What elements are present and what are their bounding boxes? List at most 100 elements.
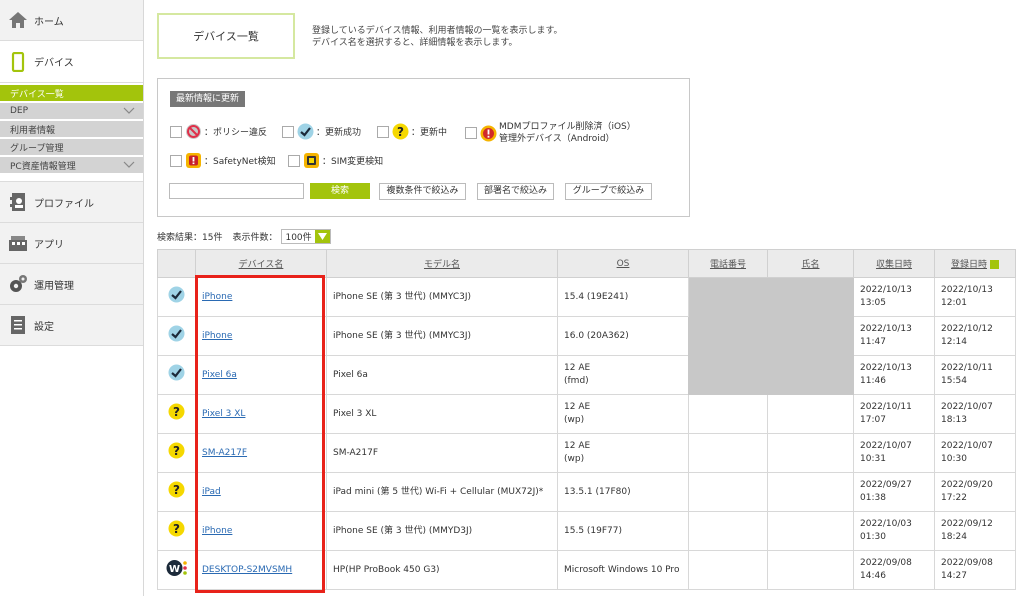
owner-cell <box>767 472 854 512</box>
header-registered[interactable]: 登録日時 <box>934 249 1016 278</box>
nav-home[interactable]: ホーム <box>0 0 143 41</box>
os-value: 15.5 (19F77) <box>564 525 623 536</box>
nav-profile[interactable]: プロファイル <box>0 182 143 223</box>
sidebar-item-label: グループ管理 <box>10 143 64 154</box>
apps-icon <box>8 233 28 253</box>
device-link[interactable]: DESKTOP-S2MVSMH <box>202 565 292 575</box>
device-name-cell: iPhone <box>195 511 327 551</box>
device-link[interactable]: iPhone <box>202 292 232 302</box>
sidebar-item-dep[interactable]: DEP <box>0 103 143 119</box>
device-link[interactable]: iPhone <box>202 331 232 341</box>
collected-date: 2022/09/08 <box>860 558 912 568</box>
safetynet-checkbox[interactable] <box>170 154 182 167</box>
filter-mdm-line2: 管理外デバイス（Android） <box>499 134 615 144</box>
filter-updating-label: ：更新中 <box>411 128 448 138</box>
updated-checkbox[interactable] <box>282 125 294 138</box>
header-device-name[interactable]: デバイス名 <box>195 249 327 278</box>
phone-cell <box>688 511 768 551</box>
device-submenu: デバイス一覧 DEP 利用者情報 グループ管理 PC資産情報管理 <box>0 85 143 173</box>
dept-filter-button[interactable]: 部署名で絞込み <box>477 183 554 200</box>
table-row: ? SM-A217F SM-A217F 12 AE (wp) 2022/10/07 10:3… <box>157 433 1016 473</box>
os-value: 12 AE <box>564 441 591 451</box>
header-collected[interactable]: 収集日時 <box>853 249 935 278</box>
os-cell: 12 AE (wp) <box>557 394 689 434</box>
table-row: ? iPhone iPhone SE (第 3 世代) (MMYD3J) 15.5 (… <box>157 511 1016 551</box>
device-name-cell: SM-A217F <box>195 433 327 473</box>
header-model[interactable]: モデル名 <box>326 249 558 278</box>
collected-time: 17:07 <box>860 415 886 425</box>
device-link[interactable]: Pixel 6a <box>202 370 237 380</box>
sim-checkbox[interactable] <box>288 154 300 167</box>
model-cell: iPad mini (第 5 世代) Wi-Fi + Cellular (MUX… <box>326 472 558 512</box>
collected-time: 14:46 <box>860 571 886 581</box>
os-value: 13.5.1 (17F80) <box>564 486 631 497</box>
model-cell: Pixel 6a <box>326 355 558 395</box>
filter-policy-label: ：ポリシー違反 <box>204 128 268 138</box>
header-phone[interactable]: 電話番号 <box>688 249 768 278</box>
sidebar-item-user-info[interactable]: 利用者情報 <box>0 121 143 137</box>
device-link[interactable]: iPad <box>202 487 221 497</box>
updating-checkbox[interactable] <box>377 125 389 138</box>
nav-operations[interactable]: 運用管理 <box>0 264 143 305</box>
result-count: 検索結果：15件 <box>157 233 223 243</box>
os-cell: Microsoft Windows 10 Pro <box>557 550 689 590</box>
os-cell: 15.4 (19E241) <box>557 277 689 317</box>
safetynet-alert-icon <box>186 153 201 168</box>
os-value: 16.0 (20A362) <box>564 330 629 341</box>
device-table: デバイス名 モデル名 OS 電話番号 氏名 収集日時 登録日時 iPhone iP… <box>157 249 1016 590</box>
device-name-cell: iPhone <box>195 316 327 356</box>
multi-filter-button[interactable]: 複数条件で絞込み <box>379 183 466 200</box>
filter-sim: ：SIM変更検知 <box>288 152 383 169</box>
device-link[interactable]: Pixel 3 XL <box>202 409 245 419</box>
nav-group: プロファイル アプリ 運用管理 設定 <box>0 181 143 346</box>
warning-icon <box>480 125 497 141</box>
phone-cell <box>688 472 768 512</box>
status-cell <box>157 316 196 356</box>
os-value: 12 AE <box>564 363 591 373</box>
registered-cell: 2022/09/12 18:24 <box>934 511 1016 551</box>
filter-updated: ：更新成功 <box>282 123 361 140</box>
registered-date: 2022/09/12 <box>941 519 993 529</box>
device-link[interactable]: iPhone <box>202 526 232 536</box>
registered-date: 2022/10/07 <box>941 441 993 451</box>
nav-device[interactable]: デバイス <box>0 41 143 83</box>
os-value: 12 AE <box>564 402 591 412</box>
chevron-down-icon <box>123 107 135 114</box>
svg-text:?: ? <box>173 444 180 458</box>
policy-checkbox[interactable] <box>170 125 182 138</box>
search-input[interactable] <box>169 183 304 199</box>
registered-time: 18:24 <box>941 532 967 542</box>
collected-cell: 2022/10/11 17:07 <box>853 394 935 434</box>
sidebar-item-pc-asset[interactable]: PC資産情報管理 <box>0 157 143 173</box>
redacted-phone <box>688 277 768 395</box>
filter-mdm: MDMプロファイル削除済（iOS） 管理外デバイス（Android） <box>465 121 636 145</box>
registered-time: 10:30 <box>941 454 967 464</box>
nav-settings[interactable]: 設定 <box>0 305 143 346</box>
refresh-button[interactable]: 最新情報に更新 <box>170 91 246 107</box>
sidebar-item-device-list[interactable]: デバイス一覧 <box>0 85 143 101</box>
sidebar-item-group-mgmt[interactable]: グループ管理 <box>0 139 143 155</box>
header-owner-name[interactable]: 氏名 <box>767 249 854 278</box>
result-summary: 検索結果：15件 表示件数： 100件 <box>157 229 331 244</box>
registered-cell: 2022/10/11 15:54 <box>934 355 1016 395</box>
os-detail: (wp) <box>564 415 585 425</box>
svg-text:W: W <box>168 564 179 575</box>
group-filter-button[interactable]: グループで絞込み <box>565 183 652 200</box>
nav-apps[interactable]: アプリ <box>0 223 143 264</box>
registered-date: 2022/09/08 <box>941 558 993 568</box>
collected-time: 10:31 <box>860 454 886 464</box>
os-cell: 12 AE (fmd) <box>557 355 689 395</box>
svg-text:?: ? <box>173 405 180 419</box>
header-os[interactable]: OS <box>557 249 689 278</box>
sidebar-item-label: デバイス一覧 <box>10 89 64 100</box>
search-button[interactable]: 検索 <box>310 183 370 199</box>
page-description: 登録しているデバイス情報、利用者情報の一覧を表示します。 デバイス名を選択すると… <box>312 25 563 49</box>
device-link[interactable]: SM-A217F <box>202 448 247 458</box>
mdm-checkbox[interactable] <box>465 127 477 139</box>
collected-cell: 2022/10/13 11:47 <box>853 316 935 356</box>
registered-date: 2022/09/20 <box>941 480 993 490</box>
chevron-down-icon <box>123 161 135 168</box>
status-cell: W <box>157 550 196 590</box>
collected-cell: 2022/09/27 01:38 <box>853 472 935 512</box>
per-page-select[interactable]: 100件 <box>281 229 331 244</box>
